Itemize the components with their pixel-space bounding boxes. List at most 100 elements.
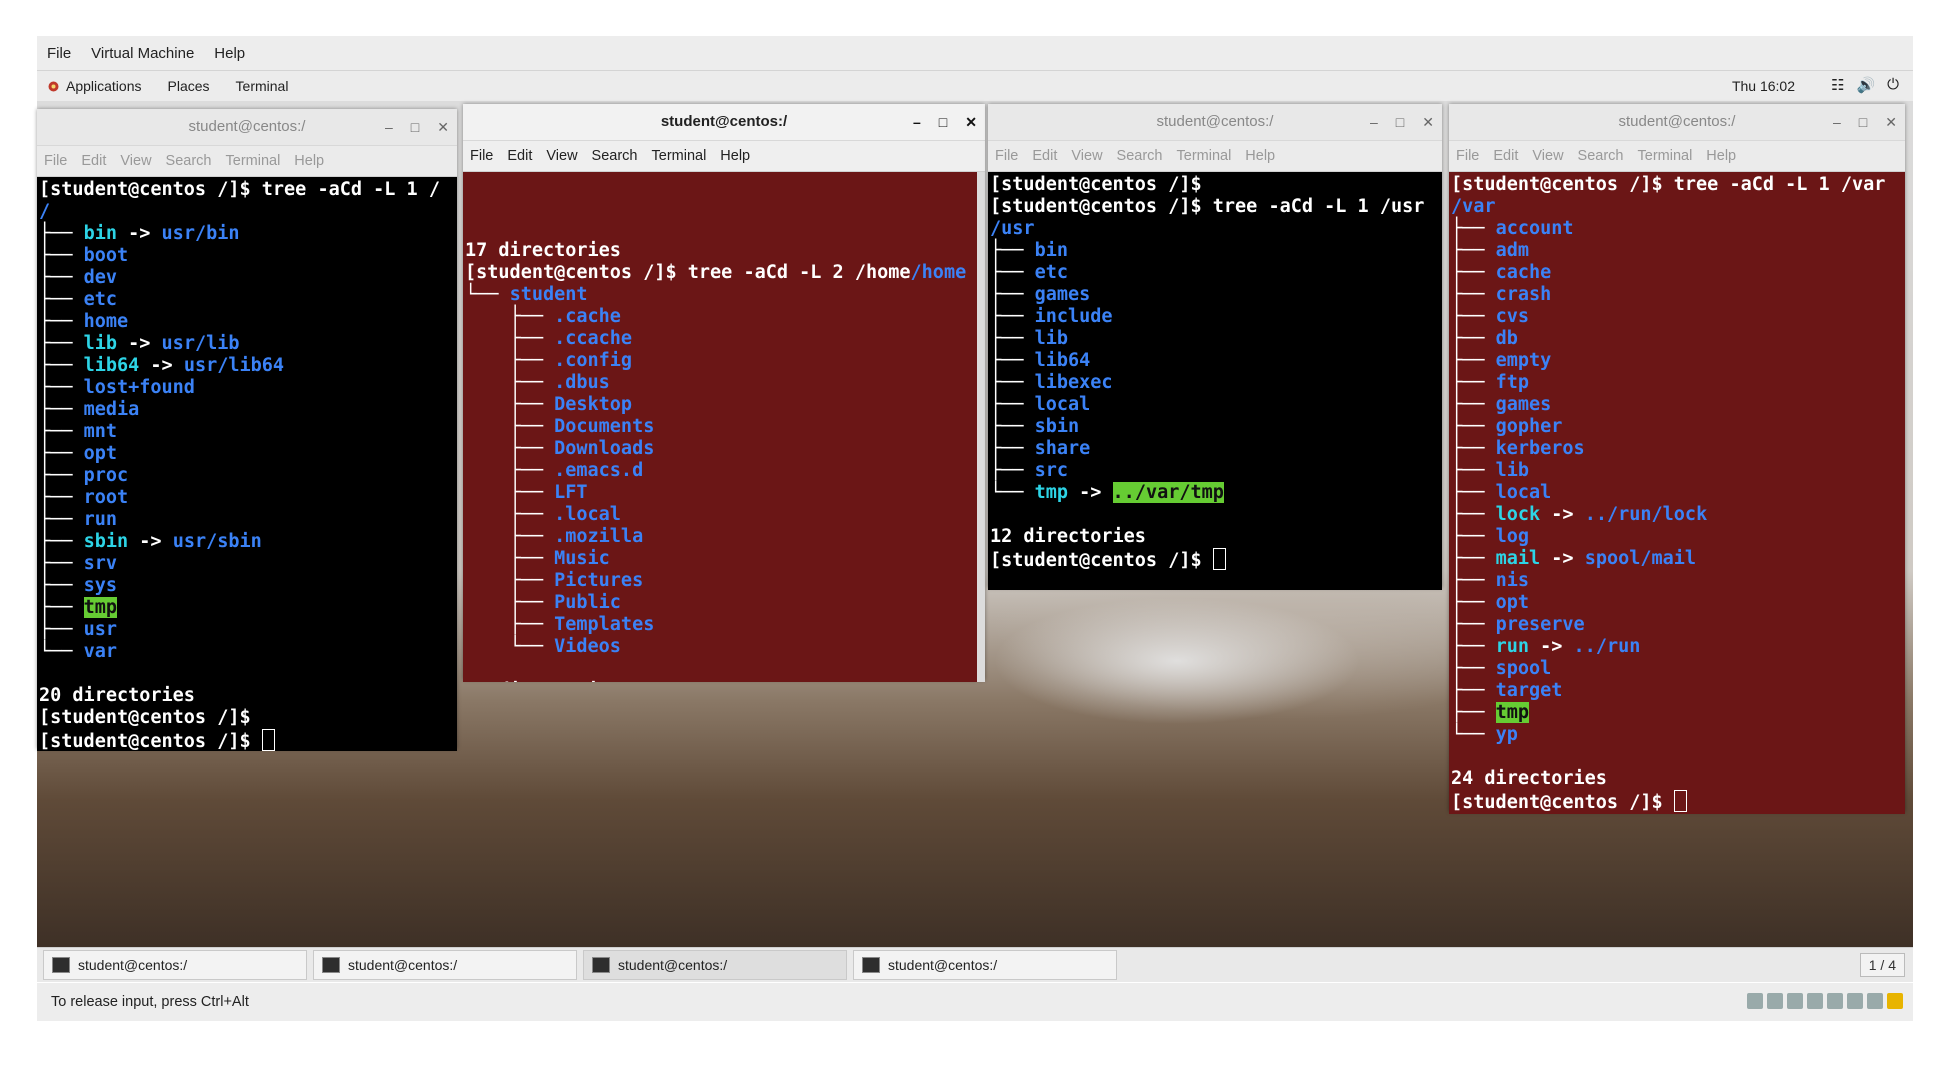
volume-icon[interactable]: 🔊 xyxy=(1856,76,1875,94)
maximize-icon[interactable]: □ xyxy=(1859,104,1867,140)
directory-entry: run xyxy=(83,509,117,530)
directory-entry: games xyxy=(1034,284,1091,305)
terminal-output[interactable]: [student@centos /]$ tree -aCd -L 1 // ├──… xyxy=(37,177,457,751)
terminal-line: ├── lib64 xyxy=(990,350,1442,372)
term-menu-search[interactable]: Search xyxy=(1110,148,1170,164)
term-menu-help[interactable]: Help xyxy=(1699,148,1743,164)
term-menu-search[interactable]: Search xyxy=(1571,148,1631,164)
workspace-indicator[interactable]: 1 / 4 xyxy=(1859,953,1905,977)
terminal-text: ├── xyxy=(990,394,1035,415)
window-titlebar[interactable]: student@centos:/ – □ ✕ xyxy=(988,104,1442,141)
term-menu-help[interactable]: Help xyxy=(713,148,757,164)
terminal-window-usr[interactable]: student@centos:/ – □ ✕ File Edit View Searc… xyxy=(988,104,1442,590)
taskbar-item[interactable]: student@centos:/ xyxy=(43,950,307,980)
terminal-text: ├── xyxy=(39,289,84,310)
directory-entry: Downloads xyxy=(554,438,655,459)
term-menu-terminal[interactable]: Terminal xyxy=(645,148,714,164)
term-menu-search[interactable]: Search xyxy=(585,148,645,164)
close-icon[interactable]: ✕ xyxy=(437,109,449,145)
vm-menu-help[interactable]: Help xyxy=(204,45,255,62)
term-menu-search[interactable]: Search xyxy=(159,153,219,169)
vm-menu-virtual-machine[interactable]: Virtual Machine xyxy=(81,45,204,62)
terminal-text: ├── xyxy=(39,465,84,486)
maximize-icon[interactable]: □ xyxy=(411,109,419,145)
terminal-output[interactable]: 17 directories [student@centos /]$ tree -… xyxy=(463,172,985,682)
minimize-icon[interactable]: – xyxy=(1833,104,1841,140)
taskbar-item[interactable]: student@centos:/ xyxy=(853,950,1117,980)
terminal-menubar: File Edit View Search Terminal Help xyxy=(37,146,457,177)
vm-menu-file[interactable]: File xyxy=(37,45,81,62)
display-icon[interactable] xyxy=(1827,993,1843,1009)
terminal-text: ├── xyxy=(465,548,555,569)
keyboard-capture-icon[interactable] xyxy=(1887,993,1903,1009)
terminal-text: ├── xyxy=(1451,504,1496,525)
terminal-window-home[interactable]: student@centos:/ – □ ✕ File Edit View Searc… xyxy=(463,104,985,682)
directory-entry: cvs xyxy=(1495,306,1529,327)
terminal-text: ├── xyxy=(465,350,555,371)
directory-entry: ftp xyxy=(1495,372,1529,393)
term-menu-view[interactable]: View xyxy=(539,148,584,164)
term-menu-help[interactable]: Help xyxy=(287,153,331,169)
term-menu-file[interactable]: File xyxy=(37,153,74,169)
window-titlebar[interactable]: student@centos:/ – □ ✕ xyxy=(37,109,457,146)
term-menu-help[interactable]: Help xyxy=(1238,148,1282,164)
applications-menu[interactable]: Applications xyxy=(60,78,155,94)
recording-icon[interactable] xyxy=(1867,993,1883,1009)
terminal-text: [student@centos /]$ xyxy=(990,174,1202,195)
minimize-icon[interactable]: – xyxy=(385,109,393,145)
directory-entry: usr xyxy=(83,619,117,640)
window-titlebar[interactable]: student@centos:/ – □ ✕ xyxy=(463,104,985,141)
close-icon[interactable]: ✕ xyxy=(1885,104,1897,140)
shared-folder-icon[interactable] xyxy=(1807,993,1823,1009)
minimize-icon[interactable]: – xyxy=(1370,104,1378,140)
terminal-line: 20 directories xyxy=(39,685,457,707)
maximize-icon[interactable]: □ xyxy=(939,104,947,140)
network-adapter-icon[interactable] xyxy=(1847,993,1863,1009)
term-menu-terminal[interactable]: Terminal xyxy=(219,153,288,169)
close-icon[interactable]: ✕ xyxy=(1422,104,1434,140)
terminal-line: [student@centos /]$ tree -aCd -L 1 /var xyxy=(1451,174,1905,196)
terminal-line: ├── sbin xyxy=(990,416,1442,438)
term-menu-view[interactable]: View xyxy=(1064,148,1109,164)
close-icon[interactable]: ✕ xyxy=(965,104,977,140)
places-menu[interactable]: Places xyxy=(155,78,223,94)
system-tray[interactable]: ☷ 🔊 ⏻ xyxy=(1831,76,1899,94)
network-icon[interactable]: ☷ xyxy=(1831,76,1844,94)
terminal-window-var[interactable]: student@centos:/ – □ ✕ File Edit View Searc… xyxy=(1449,104,1905,814)
hard-disk-icon[interactable] xyxy=(1747,993,1763,1009)
directory-entry: usr/lib xyxy=(161,333,240,354)
term-menu-terminal[interactable]: Terminal xyxy=(1631,148,1700,164)
term-menu-edit[interactable]: Edit xyxy=(500,148,539,164)
terminal-text: ├── xyxy=(1451,482,1496,503)
minimize-icon[interactable]: – xyxy=(913,104,921,140)
clock[interactable]: Thu 16:02 xyxy=(1732,78,1795,94)
terminal-line: ├── mnt xyxy=(39,421,457,443)
terminal-line: ├── lib64 -> usr/lib64 xyxy=(39,355,457,377)
taskbar-item[interactable]: student@centos:/ xyxy=(313,950,577,980)
term-menu-view[interactable]: View xyxy=(113,153,158,169)
term-menu-file[interactable]: File xyxy=(463,148,500,164)
term-menu-terminal[interactable]: Terminal xyxy=(1170,148,1239,164)
term-menu-file[interactable]: File xyxy=(1449,148,1486,164)
directory-entry: ../run/lock xyxy=(1584,504,1708,525)
term-menu-edit[interactable]: Edit xyxy=(1025,148,1064,164)
terminal-line: ├── local xyxy=(990,394,1442,416)
terminal-line: ├── spool xyxy=(1451,658,1905,680)
optical-drive-icon[interactable] xyxy=(1767,993,1783,1009)
term-menu-view[interactable]: View xyxy=(1525,148,1570,164)
terminal-output[interactable]: [student@centos /]$ tree -aCd -L 1 /var /… xyxy=(1449,172,1905,814)
taskbar-item[interactable]: student@centos:/ xyxy=(583,950,847,980)
window-titlebar[interactable]: student@centos:/ – □ ✕ xyxy=(1449,104,1905,141)
terminal-output[interactable]: [student@centos /]$ [student@centos /]$ t… xyxy=(988,172,1442,590)
power-icon[interactable]: ⏻ xyxy=(1887,76,1899,94)
term-menu-file[interactable]: File xyxy=(988,148,1025,164)
terminal-line: ├── etc xyxy=(39,289,457,311)
term-menu-edit[interactable]: Edit xyxy=(1486,148,1525,164)
scrollbar[interactable] xyxy=(977,172,985,682)
term-menu-edit[interactable]: Edit xyxy=(74,153,113,169)
terminal-menu[interactable]: Terminal xyxy=(223,78,302,94)
terminal-window-root[interactable]: student@centos:/ – □ ✕ File Edit View Searc… xyxy=(37,109,457,751)
usb-icon[interactable] xyxy=(1787,993,1803,1009)
directory-entry: account xyxy=(1495,218,1574,239)
maximize-icon[interactable]: □ xyxy=(1396,104,1404,140)
